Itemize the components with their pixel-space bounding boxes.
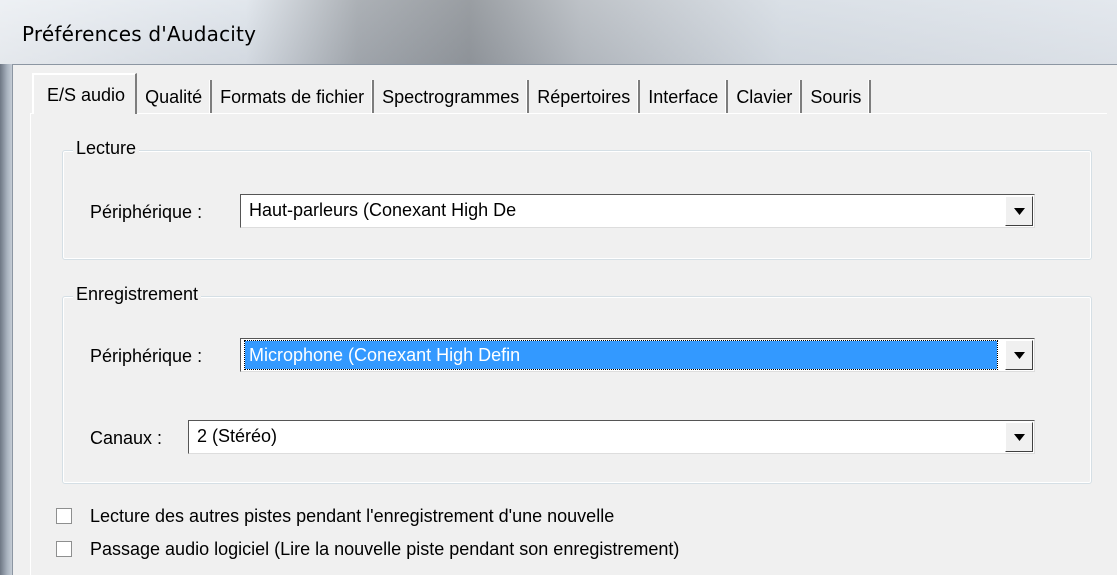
- channels-value: 2 (Stéréo): [197, 426, 278, 446]
- recording-group: Enregistrement: [62, 284, 1092, 484]
- playback-device-value: Haut-parleurs (Conexant High De: [249, 200, 517, 220]
- recording-device-value: Microphone (Conexant High Defin: [244, 340, 998, 370]
- window-title: Préférences d'Audacity: [22, 22, 257, 46]
- playback-group-label: Lecture: [73, 138, 140, 159]
- window-frame-left: [0, 64, 12, 575]
- chevron-down-icon[interactable]: [1005, 340, 1033, 370]
- channels-select[interactable]: 2 (Stéréo): [188, 420, 1035, 454]
- tab-strip: E/S audio Qualité Formats de fichier Spe…: [32, 73, 872, 114]
- tab-directories[interactable]: Répertoires: [529, 80, 641, 114]
- overdub-label[interactable]: Lecture des autres pistes pendant l'enre…: [90, 506, 614, 527]
- preferences-window: Préférences d'Audacity E/S audio Qualité…: [0, 0, 1117, 575]
- playthrough-label[interactable]: Passage audio logiciel (Lire la nouvelle…: [90, 539, 679, 560]
- chevron-down-icon[interactable]: [1005, 196, 1033, 226]
- recording-group-label: Enregistrement: [73, 284, 202, 305]
- tab-quality[interactable]: Qualité: [137, 80, 213, 114]
- recording-device-label: Périphérique :: [90, 346, 203, 366]
- tab-keyboard[interactable]: Clavier: [728, 80, 803, 114]
- tab-file-formats[interactable]: Formats de fichier: [212, 80, 375, 114]
- title-bar[interactable]: Préférences d'Audacity: [0, 0, 1117, 64]
- tab-spectrograms[interactable]: Spectrogrammes: [374, 80, 530, 114]
- playthrough-option[interactable]: Passage audio logiciel (Lire la nouvelle…: [56, 537, 679, 561]
- overdub-checkbox[interactable]: [56, 508, 72, 524]
- playthrough-checkbox[interactable]: [56, 541, 72, 557]
- recording-device-select[interactable]: Microphone (Conexant High Defin: [240, 338, 1035, 372]
- chevron-down-icon[interactable]: [1005, 422, 1033, 452]
- tab-interface[interactable]: Interface: [640, 80, 729, 114]
- playback-device-select[interactable]: Haut-parleurs (Conexant High De: [240, 194, 1035, 228]
- overdub-option[interactable]: Lecture des autres pistes pendant l'enre…: [56, 504, 614, 528]
- tab-mouse[interactable]: Souris: [802, 80, 872, 114]
- playback-device-label: Périphérique :: [90, 202, 203, 222]
- channels-label: Canaux :: [90, 428, 163, 448]
- tab-audio-io[interactable]: E/S audio: [32, 73, 138, 114]
